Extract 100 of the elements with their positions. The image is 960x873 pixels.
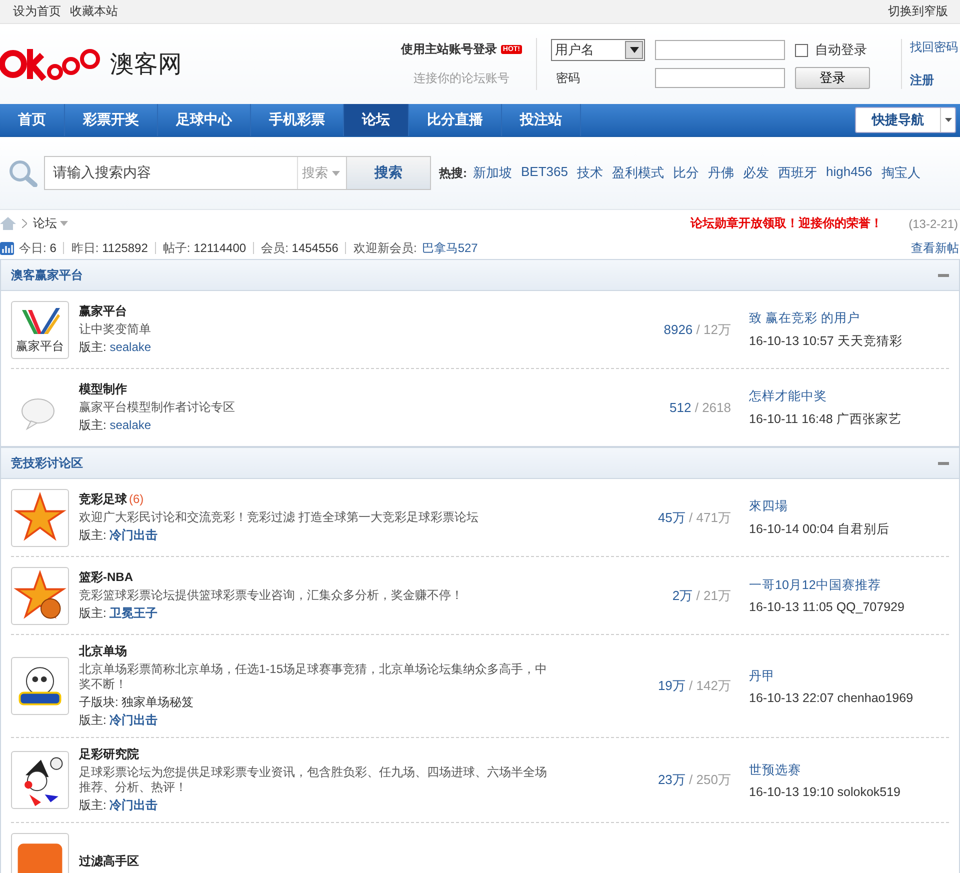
stat-item: 今日: 6	[19, 240, 56, 256]
caret-icon	[60, 221, 68, 226]
hot-search-link[interactable]: BET365	[521, 164, 568, 182]
moderator-label: 版主:	[79, 340, 106, 354]
home-icon[interactable]	[0, 217, 16, 230]
moderator-link[interactable]: 冷门出击	[110, 798, 158, 812]
moderator-link[interactable]: sealake	[110, 418, 152, 432]
forum-logo-icon: 赢家平台	[11, 300, 69, 358]
top-link[interactable]: 设为首页	[13, 3, 61, 20]
password-input[interactable]	[655, 68, 785, 88]
moderator-label: 版主:	[79, 528, 106, 542]
forum-description: 欢迎广大彩民讨论和交流竞彩！竞彩过滤 打造全球第一大竞彩足球彩票论坛	[79, 510, 480, 525]
header-link[interactable]: 找回密码	[910, 39, 960, 56]
last-post-link[interactable]: 世预选赛	[749, 762, 949, 778]
forum-title[interactable]: 北京单场	[79, 644, 127, 659]
forum-title[interactable]: 竞彩足球	[79, 492, 127, 507]
notice-date: (13-2-21)	[908, 216, 958, 230]
count-separator: /	[695, 322, 701, 336]
hot-search-link[interactable]: 丹佛	[708, 164, 734, 182]
forum-title[interactable]: 过滤高手区	[79, 854, 139, 869]
collapse-toggle[interactable]	[938, 274, 949, 276]
moderator-link[interactable]: 冷门出击	[110, 528, 158, 542]
last-post-meta: 16-10-13 11:05 QQ_707929	[749, 600, 906, 614]
stat-item: 帖子: 12114400	[162, 240, 246, 256]
last-post-meta: 16-10-11 16:48 广西张家艺	[749, 410, 902, 428]
new-member-link[interactable]: 巴拿马527	[422, 240, 478, 256]
login-button[interactable]: 登录	[795, 67, 870, 89]
caret-icon	[944, 118, 952, 122]
hot-search-link[interactable]: 西班牙	[778, 164, 817, 182]
stat-item: 会员: 1454556	[261, 240, 338, 256]
search-button[interactable]: 搜索	[346, 157, 430, 189]
post-count: 142万	[696, 678, 731, 693]
welcome-label: 欢迎新会员:	[353, 240, 417, 256]
hot-search-link[interactable]: high456	[826, 164, 872, 182]
username-select[interactable]: 用户名	[551, 39, 645, 61]
hot-search-link[interactable]: 比分	[672, 164, 699, 182]
header-link[interactable]: 注册	[910, 72, 960, 89]
last-post-link[interactable]: 致 赢在竞彩 的用户	[749, 310, 949, 326]
moderator-link[interactable]: sealake	[110, 340, 152, 354]
hot-search-label: 热搜:	[439, 164, 467, 182]
last-post-meta: 16-10-13 22:07 chenhao1969	[749, 690, 914, 704]
post-count: 471万	[696, 510, 731, 524]
post-count: 250万	[696, 772, 731, 787]
subforum-link[interactable]: 独家单场秘笈	[122, 695, 194, 709]
chevron-icon	[22, 219, 27, 228]
thread-count: 23万	[658, 772, 686, 787]
mascot-icon	[11, 657, 69, 715]
moderator-label: 版主:	[79, 606, 106, 620]
nav-tab[interactable]: 足球中心	[158, 104, 251, 136]
nav-tab[interactable]: 比分直播	[409, 104, 502, 136]
collapse-toggle[interactable]	[938, 462, 949, 464]
last-post-meta: 16-10-14 00:04 自君别后	[749, 520, 890, 538]
count-separator: /	[694, 400, 700, 415]
post-count: 2618	[702, 400, 731, 415]
search-field[interactable]: 请输入搜索内容 搜索 搜索	[44, 156, 431, 190]
forum-description: 赢家平台模型制作者讨论专区	[79, 400, 236, 415]
login-title: 使用主站账号登录	[400, 41, 497, 58]
moderator-link[interactable]: 卫冕王子	[110, 606, 158, 620]
nav-tab[interactable]: 投注站	[502, 104, 581, 136]
nav-tab[interactable]: 论坛	[344, 104, 409, 136]
hot-search-link[interactable]: 技术	[576, 164, 603, 182]
nav-tab[interactable]: 彩票开奖	[65, 104, 158, 136]
last-post-link[interactable]: 怎样才能中奖	[749, 388, 949, 404]
auto-login-checkbox[interactable]	[795, 44, 808, 56]
forum-title[interactable]: 篮彩-NBA	[79, 570, 133, 585]
hot-search-link[interactable]: 必发	[742, 164, 769, 182]
hot-search-link[interactable]: 新加坡	[473, 164, 512, 182]
clown-icon	[11, 751, 69, 809]
post-count: 12万	[704, 322, 731, 336]
thread-count: 2万	[672, 588, 693, 602]
caret-icon	[332, 170, 340, 176]
thread-count: 19万	[658, 678, 686, 693]
narrow-version-link[interactable]: 切换到窄版	[888, 3, 948, 20]
forum-description: 让中奖变简单	[79, 322, 152, 337]
password-label: 密码	[555, 70, 581, 86]
moderator-link[interactable]: 冷门出击	[110, 713, 158, 727]
last-post-link[interactable]: 一哥10月12中国赛推荐	[749, 577, 949, 594]
breadcrumb-current[interactable]: 论坛	[33, 215, 57, 232]
last-post-link[interactable]: 丹甲	[749, 668, 949, 684]
count-separator: /	[688, 510, 694, 524]
hot-search-link[interactable]: 掏宝人	[881, 164, 920, 182]
subforum-label: 子版块:	[79, 695, 118, 709]
forum-description: 足球彩票论坛为您提供足球彩票专业资讯，包含胜负彩、任九场、四场进球、六场半全场推荐、分析、热评！	[79, 765, 548, 795]
count-separator: /	[695, 588, 701, 602]
count-separator: /	[688, 772, 694, 787]
count-separator: /	[688, 678, 694, 693]
nav-tab[interactable]: 首页	[0, 104, 65, 136]
forum-title[interactable]: 模型制作	[79, 382, 127, 397]
username-input[interactable]	[655, 40, 785, 60]
quick-nav-button[interactable]: 快捷导航	[855, 107, 956, 133]
forum-title[interactable]: 足彩研究院	[79, 747, 139, 762]
hot-search-link[interactable]: 盈利模式	[612, 164, 664, 182]
forum-description: 竞彩篮球彩票论坛提供篮球彩票专业咨询，汇集众多分析，奖金赚不停！	[79, 588, 464, 603]
last-post-link[interactable]: 來四場	[749, 498, 949, 514]
forum-description: 北京单场彩票简称北京单场，任选1-15场足球赛事竞猜，北京单场论坛集纳众多高手，中奖不断！	[79, 662, 548, 692]
notice-link[interactable]: 论坛勋章开放领取！迎接你的荣誉！	[690, 215, 883, 232]
forum-title[interactable]: 赢家平台	[79, 304, 127, 319]
view-new-posts-link[interactable]: 查看新帖	[911, 240, 959, 256]
top-link[interactable]: 收藏本站	[70, 3, 118, 20]
moderator-label: 版主:	[79, 798, 106, 812]
